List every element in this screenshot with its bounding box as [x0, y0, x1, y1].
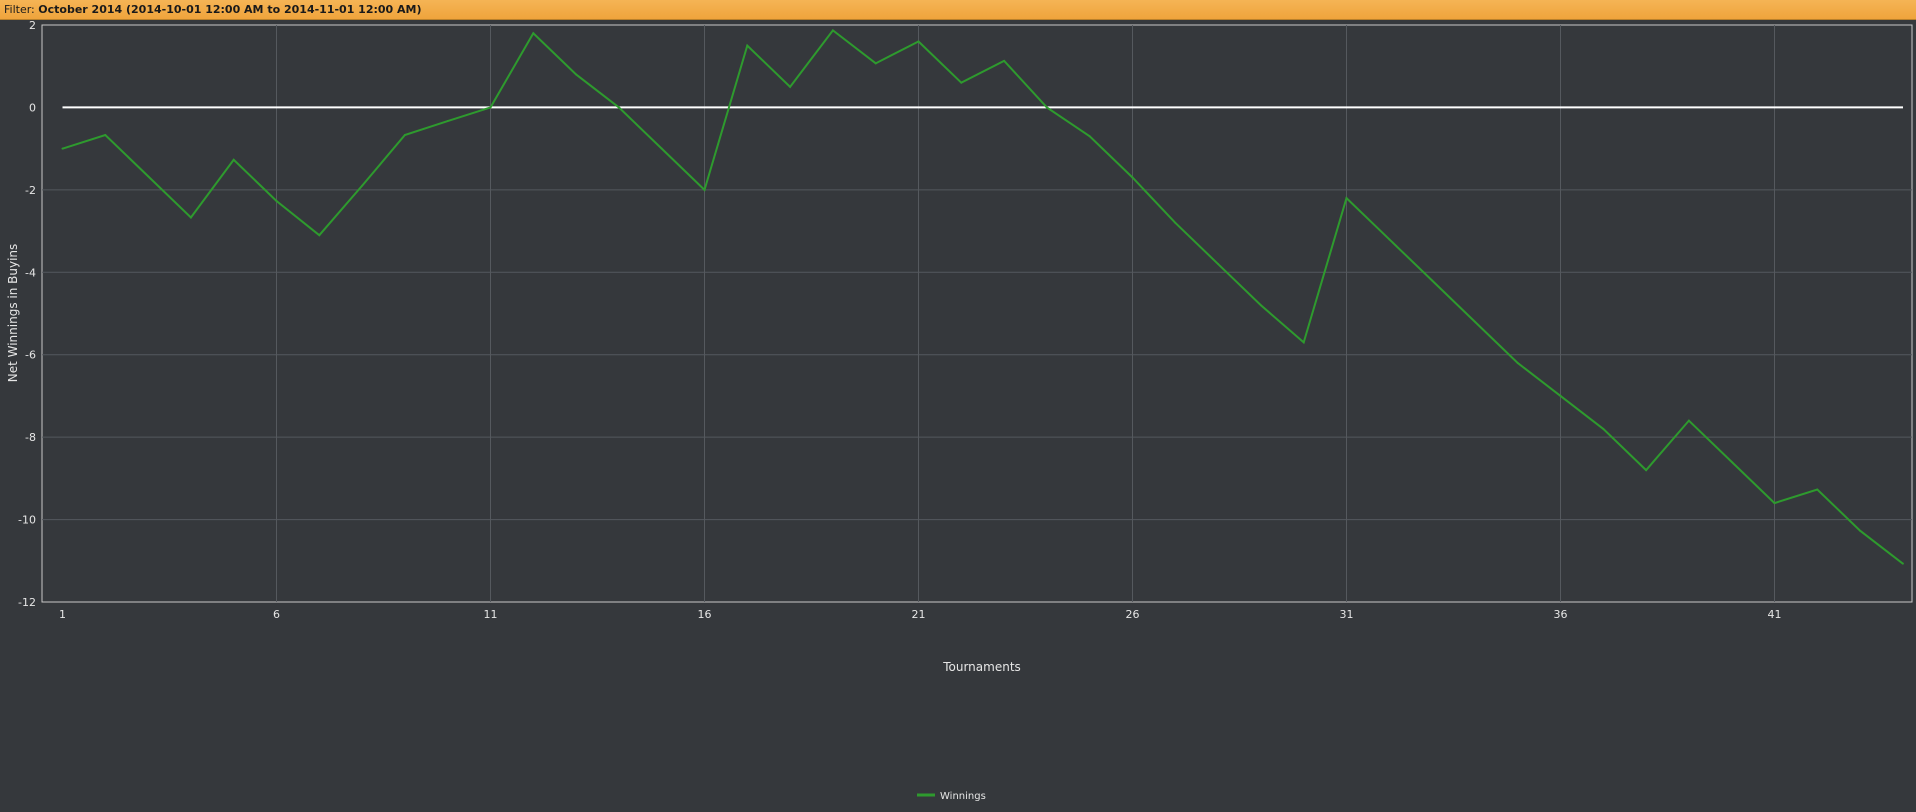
y-tick-label: -12	[18, 596, 36, 609]
x-tick-label: 36	[1554, 608, 1568, 621]
data-point	[1859, 529, 1862, 532]
data-point	[1431, 279, 1434, 282]
data-point	[1602, 427, 1605, 430]
x-tick-label: 26	[1126, 608, 1140, 621]
x-tick-label: 21	[912, 608, 926, 621]
data-point	[831, 29, 834, 32]
legend-label-winnings: Winnings	[940, 791, 986, 802]
data-point	[1516, 361, 1519, 364]
data-point	[1687, 419, 1690, 422]
filter-label: Filter:	[4, 3, 35, 16]
data-point	[189, 216, 192, 219]
y-tick-label: -6	[25, 349, 36, 362]
x-tick-label: 1	[59, 608, 66, 621]
data-point	[532, 32, 535, 35]
data-point	[403, 134, 406, 137]
x-axis-title: Tournaments	[942, 660, 1021, 674]
data-point	[1259, 304, 1262, 307]
x-tick-label: 6	[273, 608, 280, 621]
filter-value: October 2014 (2014-10-01 12:00 AM to 201…	[38, 3, 422, 16]
y-tick-label: -10	[18, 514, 36, 527]
data-point	[1003, 59, 1006, 62]
data-point	[1088, 135, 1091, 138]
data-point	[789, 85, 792, 88]
data-point	[1816, 488, 1819, 491]
data-point	[489, 106, 492, 109]
data-point	[275, 199, 278, 202]
data-point	[617, 106, 620, 109]
data-point	[917, 40, 920, 43]
plot-area	[41, 24, 1913, 603]
data-point	[446, 120, 449, 123]
data-point	[960, 81, 963, 84]
data-point	[1302, 341, 1305, 344]
x-tick-label: 41	[1768, 608, 1782, 621]
y-tick-label: -2	[25, 184, 36, 197]
y-tick-label: -8	[25, 431, 36, 444]
data-point	[1901, 562, 1904, 565]
data-point	[746, 44, 749, 47]
data-point	[660, 147, 663, 150]
data-point	[232, 158, 235, 161]
data-point	[1773, 502, 1776, 505]
data-point	[1345, 197, 1348, 200]
y-tick-label: -4	[25, 266, 36, 279]
data-point	[1131, 176, 1134, 179]
data-point	[361, 184, 364, 187]
y-tick-label: 2	[29, 20, 36, 32]
data-point	[61, 147, 64, 150]
data-point	[1174, 221, 1177, 224]
filter-bar: Filter: October 2014 (2014-10-01 12:00 A…	[0, 0, 1916, 20]
data-point	[318, 234, 321, 237]
x-tick-label: 16	[698, 608, 712, 621]
data-point	[1730, 460, 1733, 463]
data-point	[104, 134, 107, 137]
data-point	[874, 62, 877, 65]
y-axis-title: Net Winnings in Buyins	[6, 244, 20, 383]
y-tick-labels: 2 0 -2 -4 -6 -8 -10 -12	[18, 20, 36, 609]
data-point	[1217, 263, 1220, 266]
data-point	[147, 175, 150, 178]
x-tick-label: 11	[484, 608, 498, 621]
data-point	[1473, 320, 1476, 323]
x-tick-label: 31	[1340, 608, 1354, 621]
x-tick-labels: 1 6 11 16 21 26 31 36 41	[59, 608, 1782, 621]
data-point	[1045, 106, 1048, 109]
legend: Winnings	[917, 791, 986, 802]
data-point	[703, 188, 706, 191]
y-tick-label: 0	[29, 101, 36, 114]
data-point	[1559, 394, 1562, 397]
data-point	[1645, 469, 1648, 472]
winnings-chart: 20-2-4-6-8-10-12 1 6 11 16 21 26 31 36 41 Tourna…	[6, 20, 1913, 802]
data-point	[575, 73, 578, 76]
data-point	[1388, 238, 1391, 241]
